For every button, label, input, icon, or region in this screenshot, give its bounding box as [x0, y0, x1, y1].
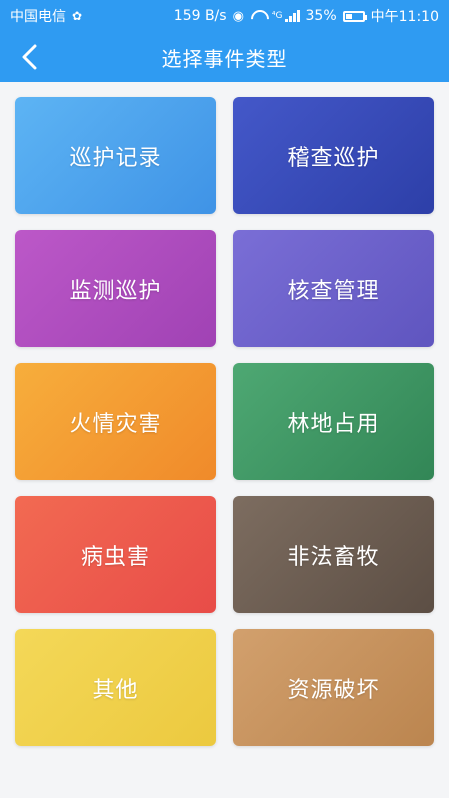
- page-title: 选择事件类型: [161, 46, 288, 71]
- status-left: 中国电信 ✿: [10, 6, 82, 26]
- network-type: ⁴G: [271, 11, 283, 21]
- event-card-resource-damage[interactable]: 资源破坏: [233, 629, 434, 746]
- location-icon: ◉: [232, 8, 244, 24]
- card-label: 病虫害: [80, 544, 150, 570]
- card-label: 非法畜牧: [287, 544, 380, 570]
- signal-icon: [284, 10, 300, 22]
- back-button[interactable]: [10, 38, 48, 76]
- status-bar: 中国电信 ✿ 159 B/s ◉ ⁴G 35% 中午11:10: [0, 0, 449, 32]
- battery-icon: [342, 10, 367, 22]
- card-label: 稽查巡护: [287, 145, 380, 171]
- chevron-left-icon: [22, 44, 37, 70]
- event-card-inspection-patrol[interactable]: 稽查巡护: [233, 97, 434, 214]
- event-card-monitoring-patrol[interactable]: 监测巡护: [15, 230, 216, 347]
- event-card-verification-management[interactable]: 核查管理: [233, 230, 434, 347]
- card-label: 监测巡护: [69, 278, 162, 304]
- carrier-badge-icon: ✿: [72, 9, 83, 23]
- clock-time: 中午11:10: [370, 9, 439, 25]
- event-card-illegal-grazing[interactable]: 非法畜牧: [233, 496, 434, 613]
- event-card-pest-disease[interactable]: 病虫害: [15, 496, 216, 613]
- card-label: 资源破坏: [287, 677, 380, 703]
- carrier-name: 中国电信: [10, 9, 66, 25]
- network-speed: 159 B/s: [173, 8, 227, 24]
- status-right: 159 B/s ◉ ⁴G 35% 中午11:10: [174, 6, 439, 26]
- card-label: 巡护记录: [69, 145, 162, 171]
- event-card-patrol-record[interactable]: 巡护记录: [15, 97, 216, 214]
- event-type-grid: 巡护记录 稽查巡护 监测巡护 核查管理 火情灾害 林地占用 病虫害 非法畜牧 其…: [15, 97, 435, 746]
- event-card-other[interactable]: 其他: [15, 629, 216, 746]
- event-card-fire-disaster[interactable]: 火情灾害: [15, 363, 216, 480]
- event-card-forest-land-occupation[interactable]: 林地占用: [233, 363, 434, 480]
- nav-bar: 选择事件类型: [0, 32, 449, 82]
- card-label: 火情灾害: [69, 411, 162, 437]
- card-label: 其他: [92, 677, 139, 703]
- wifi-icon: [250, 10, 266, 22]
- card-label: 林地占用: [287, 411, 380, 437]
- top-bar: 中国电信 ✿ 159 B/s ◉ ⁴G 35% 中午11:10 选择事件类型: [0, 0, 449, 82]
- battery-percent: 35%: [305, 8, 337, 24]
- card-label: 核查管理: [287, 278, 380, 304]
